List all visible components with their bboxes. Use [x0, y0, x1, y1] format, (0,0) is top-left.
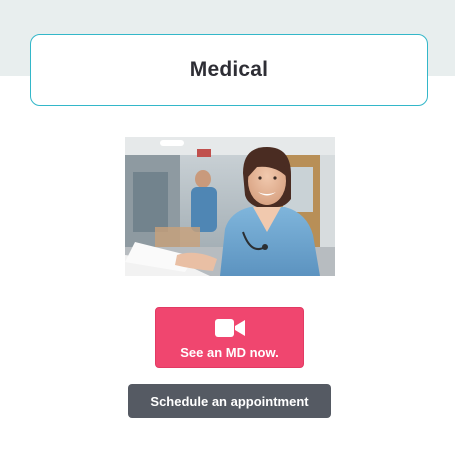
schedule-appointment-label: Schedule an appointment: [150, 393, 309, 409]
schedule-appointment-button[interactable]: Schedule an appointment: [128, 384, 331, 418]
doctor-photo: [125, 137, 335, 276]
see-md-now-button[interactable]: See an MD now.: [155, 307, 304, 368]
title-card: Medical: [30, 34, 428, 106]
page-title: Medical: [189, 58, 269, 81]
see-md-now-label: See an MD now.: [180, 345, 279, 360]
video-camera-icon: [214, 319, 245, 337]
